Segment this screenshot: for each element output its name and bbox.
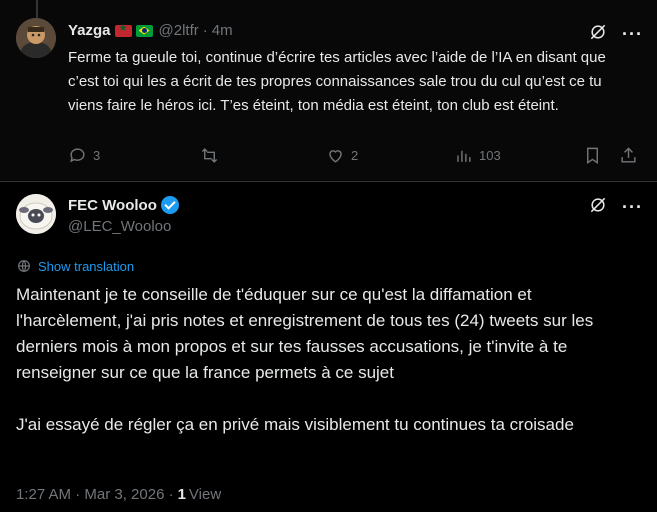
reply-header: Yazga @2ltfr · 4m	[68, 22, 233, 39]
view-label: View	[188, 486, 222, 503]
views-icon	[457, 150, 471, 162]
views-button[interactable]: 103	[454, 146, 501, 165]
retweet-button[interactable]	[200, 146, 219, 165]
show-translation-label: Show translation	[38, 258, 135, 274]
view-count: 1	[177, 486, 186, 503]
author-name[interactable]: Yazga	[68, 22, 111, 39]
morocco-flag-icon	[114, 23, 132, 37]
share-button[interactable]	[619, 146, 638, 165]
show-translation-link[interactable]: Show translation	[16, 258, 134, 274]
brazil-flag-icon	[135, 24, 153, 37]
retweet-icon	[201, 148, 218, 163]
author-name[interactable]: FEC Wooloo	[68, 197, 157, 214]
verified-badge-icon[interactable]	[160, 196, 179, 214]
reply-icon	[70, 148, 85, 163]
more-icon[interactable]: ···	[622, 24, 643, 45]
tweet-meta: 1:27 AM · Mar 3, 2026 · 1 View	[16, 486, 221, 503]
author-block: FEC Wooloo @LEC_Wooloo	[68, 196, 179, 235]
separator: ·	[202, 22, 208, 39]
avatar[interactable]	[16, 18, 56, 58]
reply-tweet[interactable]: Yazga @2ltfr · 4m ··· Ferme ta gueule to…	[0, 0, 657, 182]
tweet-text: Maintenant je te conseille de t'éduquer …	[16, 285, 594, 434]
reply-count: 3	[93, 148, 101, 163]
more-icon[interactable]: ···	[622, 197, 643, 218]
grok-icon[interactable]	[588, 22, 608, 47]
like-button[interactable]: 2	[326, 146, 358, 165]
reply-actions: 3 2 103	[68, 146, 638, 168]
like-icon	[329, 150, 342, 163]
thread-line	[36, 0, 38, 18]
bookmark-button[interactable]	[583, 146, 602, 165]
grok-icon[interactable]	[588, 195, 608, 220]
view-count: 103	[479, 148, 501, 163]
globe-icon	[18, 260, 30, 272]
main-top-actions: ···	[588, 195, 643, 220]
like-count: 2	[351, 148, 359, 163]
reply-button[interactable]: 3	[68, 146, 100, 165]
bookmark-icon	[587, 147, 598, 164]
reply-text: Ferme ta gueule toi, continue d’écrire t…	[68, 49, 606, 114]
timestamp[interactable]: 1:27 AM · Mar 3, 2026 ·	[16, 486, 174, 503]
author-handle[interactable]: @2ltfr	[159, 22, 199, 39]
reply-top-actions: ···	[588, 22, 643, 47]
share-icon	[621, 147, 636, 163]
author-handle[interactable]: @LEC_Wooloo	[68, 218, 179, 235]
avatar[interactable]	[16, 194, 56, 234]
post-time[interactable]: 4m	[212, 22, 233, 39]
